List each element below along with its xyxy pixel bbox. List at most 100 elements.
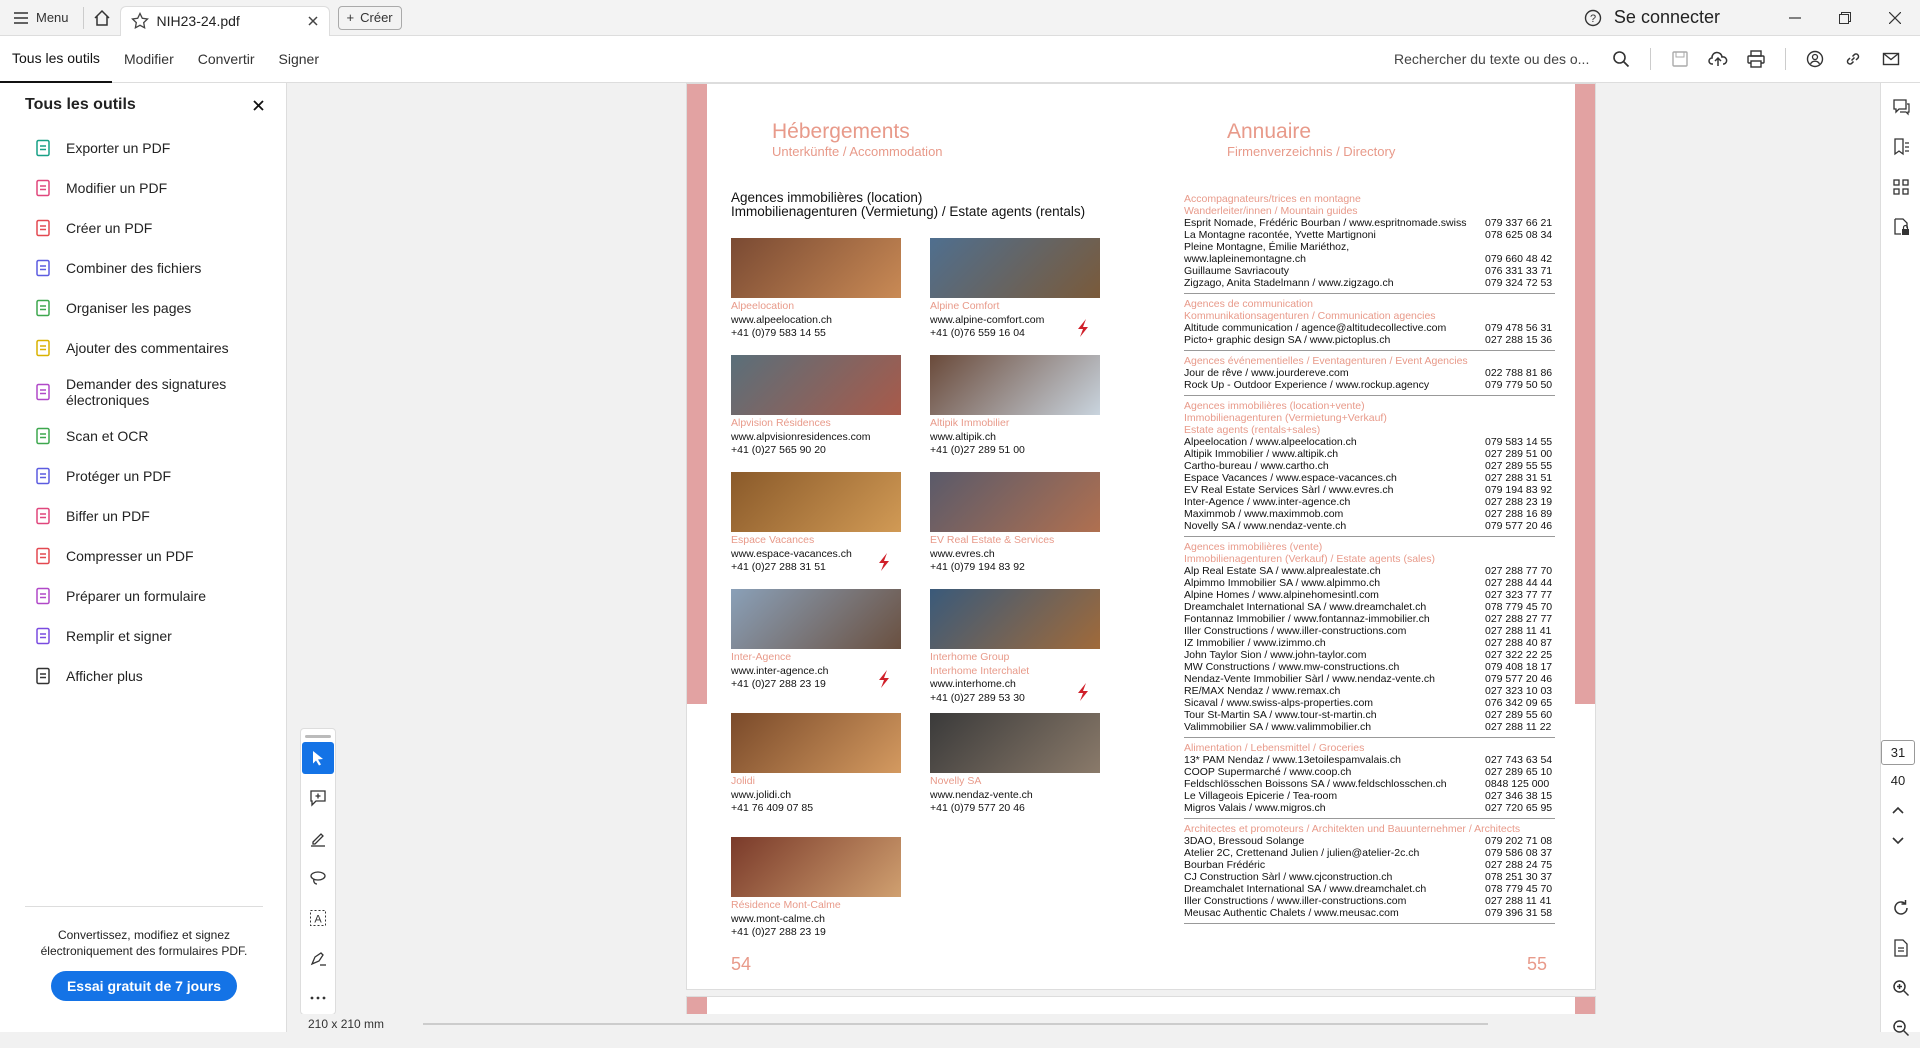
draw-tool[interactable] bbox=[302, 862, 334, 894]
scroll-thumb[interactable] bbox=[423, 1023, 1488, 1025]
upload-button[interactable] bbox=[1701, 42, 1735, 76]
property-name: Jolidi bbox=[731, 775, 755, 787]
tool-item[interactable]: Compresser un PDF bbox=[0, 536, 286, 576]
entry-phone: 079 577 20 46 bbox=[1485, 673, 1553, 685]
tool-item[interactable]: Scan et OCR bbox=[0, 416, 286, 456]
entry-name: Meusac Authentic Chalets / www.meusac.co… bbox=[1184, 907, 1399, 919]
document-viewer[interactable]: Hébergements Unterkünfte / Accommodation… bbox=[288, 83, 1880, 1032]
share-user-button[interactable] bbox=[1798, 42, 1832, 76]
signin-button[interactable]: ? Se connecter bbox=[1584, 7, 1720, 28]
tool-item[interactable]: Protéger un PDF bbox=[0, 456, 286, 496]
tool-item[interactable]: Biffer un PDF bbox=[0, 496, 286, 536]
zoom-out-button[interactable] bbox=[1881, 1008, 1920, 1048]
tool-item[interactable]: Combiner des fichiers bbox=[0, 248, 286, 288]
tool-item[interactable]: Afficher plus bbox=[0, 656, 286, 696]
text-tool[interactable]: A bbox=[302, 902, 334, 934]
bookmarks-button[interactable] bbox=[1881, 127, 1920, 167]
help-icon[interactable]: ? bbox=[1584, 9, 1602, 27]
tab-convert[interactable]: Convertir bbox=[186, 36, 267, 83]
property-name: Novelly SA bbox=[930, 775, 982, 787]
property-photo bbox=[731, 837, 901, 897]
entry-name: www.lapleinemontagne.ch bbox=[1184, 253, 1306, 265]
entry-phone: 027 323 10 03 bbox=[1485, 685, 1553, 697]
directory-entry: EV Real Estate Services Sàrl / www.evres… bbox=[1184, 484, 1555, 496]
entry-name: Sicaval / www.swiss-alps-properties.com bbox=[1184, 697, 1374, 709]
comments-panel-button[interactable] bbox=[1881, 87, 1920, 127]
directory-entry: RE/MAX Nendaz / www.remax.ch 027 323 10 0… bbox=[1184, 685, 1555, 697]
entry-phone: 078 779 45 70 bbox=[1485, 601, 1553, 613]
more-tools-button[interactable] bbox=[302, 982, 334, 1014]
tool-label: Biffer un PDF bbox=[66, 508, 150, 524]
current-page-input[interactable]: 31 bbox=[1881, 740, 1915, 765]
tool-item[interactable]: Créer un PDF bbox=[0, 208, 286, 248]
tool-item[interactable]: Modifier un PDF bbox=[0, 168, 286, 208]
save-icon bbox=[1672, 51, 1688, 67]
add-user-icon bbox=[1806, 50, 1824, 68]
close-panel-icon[interactable] bbox=[253, 99, 264, 111]
save-button[interactable] bbox=[1663, 42, 1697, 76]
tab-sign[interactable]: Signer bbox=[267, 36, 331, 83]
comment-tool[interactable] bbox=[302, 782, 334, 814]
link-button[interactable] bbox=[1836, 42, 1870, 76]
directory-entry: John Taylor Sion / www.john-taylor.com 02… bbox=[1184, 649, 1555, 661]
directory-entry: MW Constructions / www.mw-constructions.… bbox=[1184, 661, 1555, 673]
directory-entry: Guillaume Savriacouty 076 331 33 71 bbox=[1184, 265, 1555, 277]
menu-button[interactable]: Menu bbox=[0, 0, 83, 36]
tool-item[interactable]: Organiser les pages bbox=[0, 288, 286, 328]
property-phone: +41 76 409 07 85 bbox=[731, 802, 814, 814]
entry-phone: 027 289 55 60 bbox=[1485, 709, 1553, 721]
directory-entry: 13* PAM Nendaz / www.13etoilespamvalais.… bbox=[1184, 754, 1555, 766]
entry-phone: 027 322 22 25 bbox=[1485, 649, 1553, 661]
directory-list: Accompagnateurs/trices en montagne Wander… bbox=[1184, 193, 1555, 928]
thumbnails-button[interactable] bbox=[1881, 167, 1920, 207]
drag-handle[interactable] bbox=[305, 735, 331, 738]
free-trial-button[interactable]: Essai gratuit de 7 jours bbox=[50, 971, 238, 1001]
close-window-button[interactable] bbox=[1870, 0, 1920, 36]
property-name: Inter-Agence bbox=[731, 651, 792, 663]
minimize-button[interactable] bbox=[1770, 0, 1820, 36]
create-button[interactable]: + Créer bbox=[337, 5, 402, 30]
entry-phone: 027 289 55 55 bbox=[1485, 460, 1553, 472]
close-tab-icon[interactable] bbox=[307, 15, 319, 27]
search-input[interactable]: Rechercher du texte ou des o... bbox=[1394, 51, 1594, 67]
rotate-icon bbox=[1894, 900, 1908, 915]
tool-item[interactable]: Ajouter des commentaires bbox=[0, 328, 286, 368]
email-button[interactable] bbox=[1874, 42, 1908, 76]
entry-name: Valimmobilier SA / www.valimmobilier.ch bbox=[1184, 721, 1372, 733]
tab-all-tools[interactable]: Tous les outils bbox=[0, 36, 112, 83]
entry-name: Altitude communication / agence@altitude… bbox=[1184, 322, 1447, 334]
page-display-button[interactable] bbox=[1881, 928, 1920, 968]
entry-phone: 079 583 14 55 bbox=[1485, 436, 1553, 448]
print-button[interactable] bbox=[1739, 42, 1773, 76]
previous-page-button[interactable] bbox=[1881, 802, 1915, 817]
entry-phone: 027 289 51 00 bbox=[1485, 448, 1553, 460]
lasso-icon bbox=[310, 871, 326, 885]
tool-label: Compresser un PDF bbox=[66, 548, 194, 564]
document-tab[interactable]: NIH23-24.pdf bbox=[119, 5, 330, 36]
rotate-button[interactable] bbox=[1881, 888, 1920, 928]
tool-item[interactable]: Remplir et signer bbox=[0, 616, 286, 656]
tool-item[interactable]: Préparer un formulaire bbox=[0, 576, 286, 616]
sign-tool[interactable] bbox=[302, 942, 334, 974]
tool-label: Exporter un PDF bbox=[66, 140, 171, 156]
zoom-in-button[interactable] bbox=[1881, 968, 1920, 1008]
tool-item[interactable]: Exporter un PDF bbox=[0, 128, 286, 168]
entry-name: John Taylor Sion / www.john-taylor.com bbox=[1184, 649, 1367, 661]
organize-icon bbox=[36, 299, 50, 317]
select-tool[interactable] bbox=[302, 742, 334, 774]
star-icon[interactable] bbox=[130, 12, 149, 30]
highlight-tool[interactable] bbox=[302, 822, 334, 854]
page-number-left: 54 bbox=[731, 954, 752, 974]
entry-phone: 079 202 71 08 bbox=[1485, 835, 1553, 847]
attachments-button[interactable] bbox=[1881, 207, 1920, 247]
next-page-button[interactable] bbox=[1881, 833, 1915, 848]
home-button[interactable] bbox=[84, 0, 120, 36]
directory-entry: Sicaval / www.swiss-alps-properties.com 0… bbox=[1184, 697, 1555, 709]
tool-item[interactable]: Demander des signatures électroniques bbox=[0, 368, 286, 416]
tab-edit[interactable]: Modifier bbox=[112, 36, 186, 83]
search-button[interactable] bbox=[1604, 42, 1638, 76]
entry-phone: 027 288 27 77 bbox=[1485, 613, 1553, 625]
tool-label: Ajouter des commentaires bbox=[66, 340, 229, 356]
property-listing: Alpine Comfort www.alpine-comfort.com +41 … bbox=[930, 238, 1102, 341]
restore-button[interactable] bbox=[1820, 0, 1870, 36]
